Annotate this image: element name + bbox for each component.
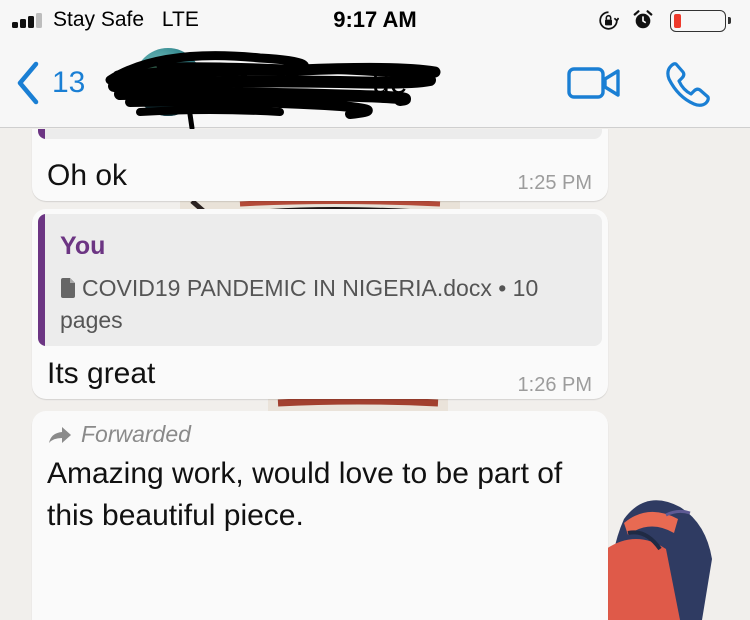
redaction-scribble xyxy=(105,51,441,131)
wallpaper-fragment xyxy=(268,399,448,411)
chevron-left-icon xyxy=(17,61,39,105)
quote-author: You xyxy=(60,232,106,260)
document-icon xyxy=(61,278,75,298)
message-time: 1:26 PM xyxy=(517,374,592,396)
alarm-icon xyxy=(633,10,653,29)
battery-level xyxy=(674,14,681,28)
unread-count: 13 xyxy=(52,66,86,99)
status-bar: Stay Safe LTE 9:17 AM xyxy=(0,0,750,40)
quoted-message[interactable] xyxy=(38,129,602,139)
quoted-document: COVID19 PANDEMIC IN NIGERIA.docx • 10 pa… xyxy=(60,272,580,336)
phone-call-icon[interactable] xyxy=(664,60,712,108)
message-time: 1:25 PM xyxy=(517,172,592,194)
forwarded-label: Forwarded xyxy=(47,421,191,448)
wallpaper-fragment xyxy=(606,500,712,620)
chat-header: 13 ue xyxy=(0,40,750,131)
forward-arrow-icon xyxy=(49,426,71,443)
message-text: Its great xyxy=(47,357,156,390)
message-bubble[interactable]: Oh ok 1:25 PM xyxy=(32,129,608,201)
document-name: COVID19 PANDEMIC IN NIGERIA.docx • 10 pa… xyxy=(60,275,539,333)
back-button[interactable]: 13 xyxy=(14,60,85,106)
quoted-message[interactable]: You COVID19 PANDEMIC IN NIGERIA.docx • 1… xyxy=(38,214,602,346)
chat-thread[interactable]: Oh ok 1:25 PM You COVID19 PANDEMIC IN NI… xyxy=(0,129,750,620)
message-text: Amazing work, would love to be part of t… xyxy=(47,457,563,532)
orientation-lock-icon xyxy=(599,11,619,30)
message-bubble[interactable]: Forwarded Amazing work, would love to be… xyxy=(32,411,608,620)
message-text: Oh ok xyxy=(47,159,128,192)
video-call-icon[interactable] xyxy=(566,60,622,106)
battery-icon xyxy=(670,10,731,32)
message-bubble[interactable]: You COVID19 PANDEMIC IN NIGERIA.docx • 1… xyxy=(32,209,608,399)
